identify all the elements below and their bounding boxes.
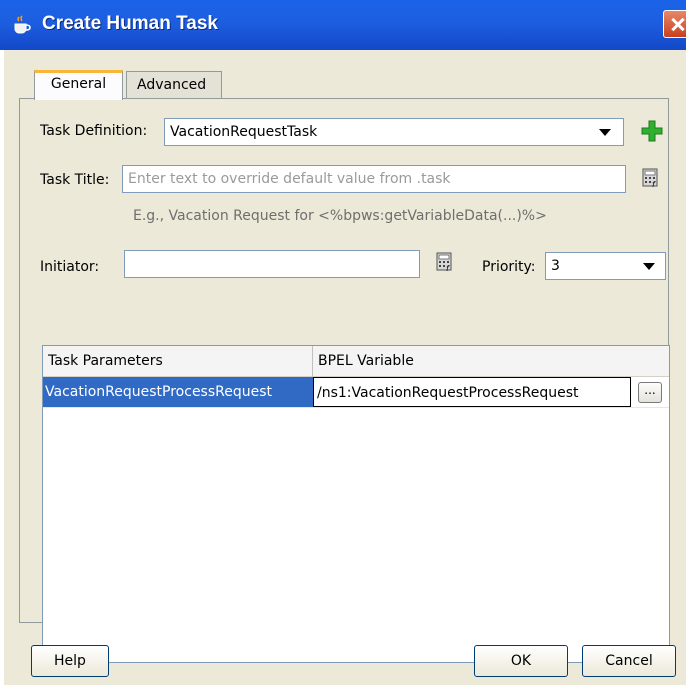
task-parameter-cell[interactable]: VacationRequestProcessRequest bbox=[43, 377, 313, 407]
chevron-down-icon bbox=[599, 129, 611, 136]
task-definition-label: Task Definition: bbox=[40, 123, 148, 139]
column-header-bpel-variable[interactable]: BPEL Variable bbox=[313, 346, 414, 377]
tab-general[interactable]: General bbox=[34, 70, 123, 100]
tab-advanced[interactable]: Advanced bbox=[126, 71, 222, 99]
priority-value: 3 bbox=[551, 258, 560, 274]
initiator-label: Initiator: bbox=[40, 259, 100, 275]
window-title: Create Human Task bbox=[42, 13, 218, 34]
cancel-button[interactable]: Cancel bbox=[582, 645, 676, 677]
coffee-cup-icon bbox=[14, 15, 31, 34]
task-title-input[interactable]: Enter text to override default value fro… bbox=[122, 165, 626, 193]
help-button[interactable]: Help bbox=[31, 645, 109, 677]
chevron-down-icon bbox=[643, 263, 655, 270]
ok-button[interactable]: OK bbox=[474, 645, 568, 677]
expression-builder-icon[interactable]: f bbox=[436, 252, 454, 272]
table-row[interactable]: VacationRequestProcessRequest /ns1:Vacat… bbox=[43, 377, 669, 408]
initiator-input[interactable] bbox=[124, 250, 420, 278]
tab-general-label: General bbox=[50, 76, 107, 92]
task-title-placeholder: Enter text to override default value fro… bbox=[128, 171, 451, 187]
browse-variable-button[interactable]: ... bbox=[638, 382, 662, 403]
priority-label: Priority: bbox=[482, 259, 536, 275]
plus-icon[interactable] bbox=[641, 120, 663, 142]
task-title-label: Task Title: bbox=[40, 172, 110, 188]
close-icon[interactable] bbox=[663, 10, 686, 38]
dialog-body: General Advanced Task Definition: Vacati… bbox=[4, 50, 686, 685]
task-definition-value: VacationRequestTask bbox=[170, 124, 318, 140]
tab-advanced-label: Advanced bbox=[137, 77, 207, 93]
task-parameters-table[interactable]: Task Parameters BPEL Variable VacationRe… bbox=[42, 345, 670, 663]
table-header: Task Parameters BPEL Variable bbox=[43, 346, 669, 377]
bpel-variable-cell[interactable]: /ns1:VacationRequestProcessRequest bbox=[313, 377, 631, 407]
column-header-task-parameters[interactable]: Task Parameters bbox=[43, 346, 163, 377]
task-title-hint: E.g., Vacation Request for <%bpws:getVar… bbox=[133, 208, 547, 224]
task-definition-dropdown[interactable]: VacationRequestTask bbox=[164, 118, 624, 146]
expression-builder-icon[interactable]: f bbox=[642, 168, 660, 188]
priority-dropdown[interactable]: 3 bbox=[545, 252, 666, 280]
title-bar: Create Human Task bbox=[0, 0, 686, 50]
